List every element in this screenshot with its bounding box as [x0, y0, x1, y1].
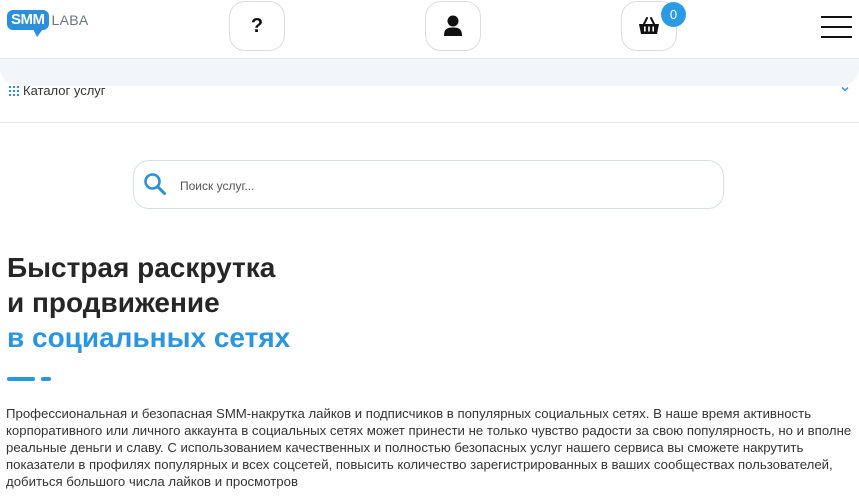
search-icon[interactable] — [143, 172, 167, 196]
search-box[interactable] — [133, 160, 724, 209]
basket-icon — [639, 17, 659, 34]
logo-text: LABA — [51, 12, 89, 28]
underline-dash-short — [41, 377, 51, 381]
search-input[interactable] — [178, 173, 702, 199]
site-header: SMM LABA ? 0 — [0, 0, 859, 58]
grid-icon — [9, 85, 19, 96]
help-button[interactable]: ? — [229, 1, 285, 51]
catalog-divider — [0, 122, 859, 123]
hero-description: Профессиональная и безопасная SMM-накрут… — [6, 406, 852, 489]
help-label: ? — [250, 14, 264, 37]
user-icon — [444, 15, 462, 36]
account-button[interactable] — [425, 1, 481, 51]
catalog-label: Каталог услуг — [23, 83, 106, 98]
hero-title: Быстрая раскрутка и продвижение в социал… — [7, 250, 290, 355]
menu-icon[interactable] — [821, 16, 852, 38]
hero-line-1: Быстрая раскрутка — [7, 252, 276, 283]
hero-line-3: в социальных сетях — [7, 322, 291, 353]
catalog-toggle[interactable]: Каталог услуг — [9, 83, 106, 98]
hero-line-2: и продвижение — [7, 287, 220, 318]
logo-badge: SMM — [7, 10, 49, 37]
logo[interactable]: SMM LABA — [7, 10, 89, 37]
underline-dash-long — [7, 377, 35, 381]
chevron-down-icon[interactable] — [840, 84, 850, 94]
header-shadow — [0, 59, 859, 86]
cart-count-badge: 0 — [661, 2, 686, 27]
